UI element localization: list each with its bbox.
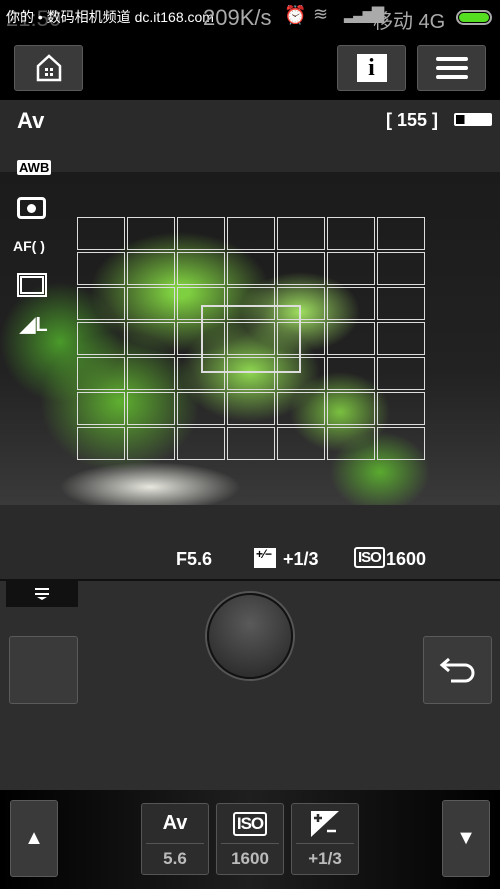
shooting-mode: Av [17, 108, 45, 133]
watermark: 你的 • 数码相机频道 dc.it168.com [6, 9, 214, 25]
mode-value: 1600 [231, 849, 269, 868]
scroll-down-button[interactable]: ▼ [442, 800, 490, 877]
menu-icon [435, 57, 468, 79]
carrier: 移动 4G [373, 11, 446, 33]
wifi-icon: ≋ [313, 4, 329, 24]
iso-icon: ISO [354, 547, 385, 568]
home-icon [36, 54, 61, 82]
back-button[interactable] [423, 636, 492, 704]
mode-iso-button[interactable]: ISO 1600 [216, 803, 284, 875]
menu-button[interactable] [417, 45, 486, 91]
exposure-comp-icon [311, 810, 339, 837]
network-speed: 209K/s [203, 5, 272, 30]
scroll-up-button[interactable]: ▲ [10, 800, 58, 877]
exposure-comp-icon: +⁄− [254, 548, 276, 568]
drive-icon[interactable] [17, 273, 47, 297]
quality-icon[interactable]: ◢L [20, 312, 48, 337]
iso-value: 1600 [386, 549, 427, 569]
exposure-info-bar: F5.6 +⁄− +1/3 ISO 1600 [0, 505, 500, 579]
triangle-up-icon: ▲ [24, 827, 44, 849]
mode-value: +1/3 [308, 849, 342, 868]
camera-battery-icon [454, 113, 492, 126]
battery-icon [456, 10, 492, 25]
shots-remaining: [ 155 ] [386, 110, 439, 130]
shooting-header: Av [ 155 ] [0, 100, 500, 172]
alarm-icon: ⏰ [284, 5, 307, 25]
mode-title: Av [146, 804, 204, 844]
af-icon[interactable]: AF( ) [13, 238, 45, 254]
mode-av-button[interactable]: Av 5.6 [141, 803, 209, 875]
exposure-comp-value: +1/3 [283, 549, 319, 569]
return-icon [439, 657, 474, 683]
aperture-value: F5.6 [176, 549, 213, 569]
collapse-icon [35, 587, 49, 600]
shutter-button[interactable] [207, 593, 293, 679]
info-button[interactable]: i [337, 45, 406, 91]
af-point-box[interactable] [201, 305, 301, 373]
iso-icon: ISO [232, 811, 268, 836]
playback-thumbnail[interactable] [9, 636, 78, 704]
metering-icon[interactable] [17, 197, 46, 219]
quality-label: L [35, 314, 48, 336]
panel-toggle-tab[interactable] [6, 580, 78, 607]
mode-value: 5.6 [163, 849, 187, 868]
triangle-down-icon: ▼ [456, 827, 476, 849]
status-bar: 21:50 你的 • 数码相机频道 dc.it168.com 209K/s ⏰ … [0, 0, 500, 36]
mode-exposure-comp-button[interactable]: +1/3 [291, 803, 359, 875]
awb-icon[interactable]: AWB [17, 160, 52, 175]
info-icon: i [356, 54, 387, 82]
home-button[interactable] [14, 45, 83, 91]
